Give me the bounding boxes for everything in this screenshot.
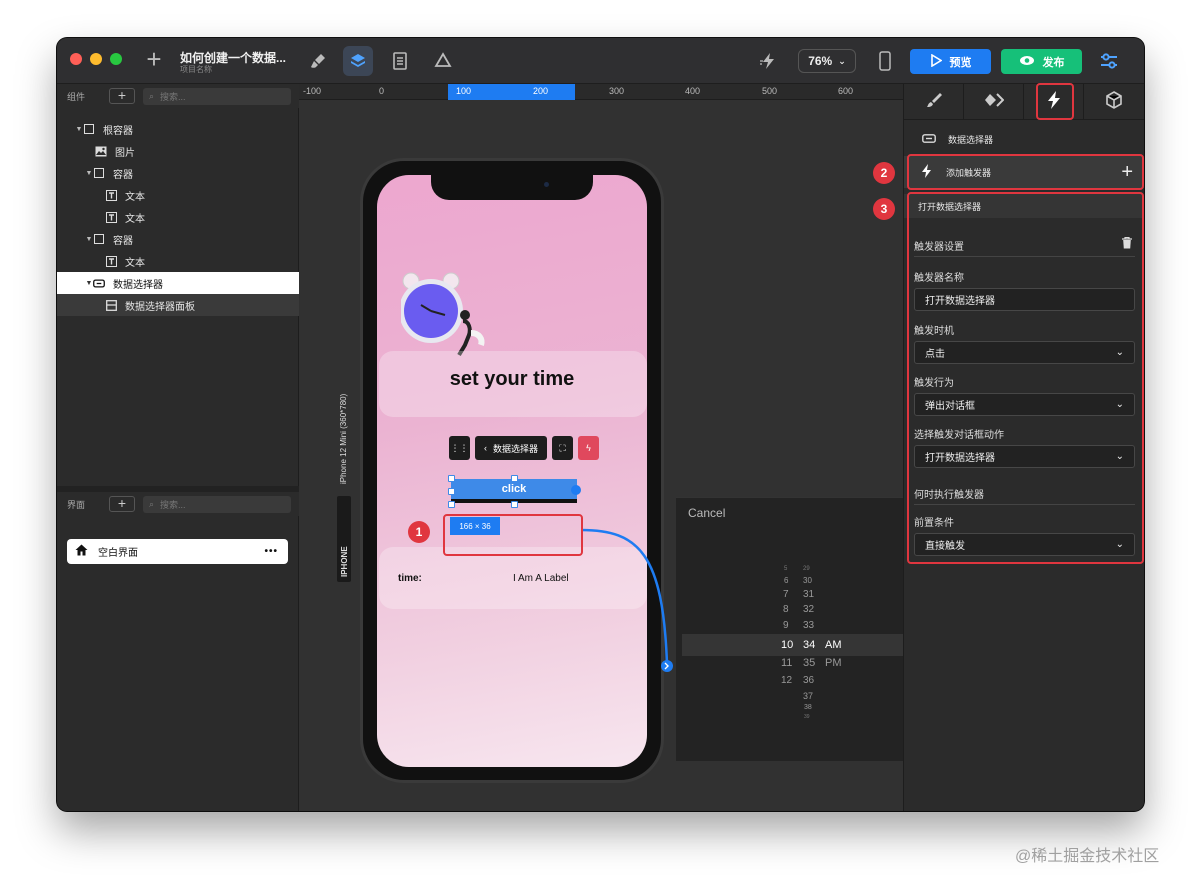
project-subtitle: 项目名称 bbox=[180, 65, 212, 74]
add-page-button[interactable]: + bbox=[109, 496, 135, 512]
tab-trigger[interactable] bbox=[1024, 83, 1084, 120]
picker-icon bbox=[93, 278, 105, 289]
image-icon bbox=[95, 146, 107, 157]
lightning-icon[interactable] bbox=[754, 46, 784, 76]
container-icon bbox=[93, 234, 105, 245]
app-window: + 如何创建一个数据... 项目名称 76% ⌄ 预览 发布 组件 + ⌕ 搜索… bbox=[57, 38, 1144, 811]
pages-header: 界面 + ⌕ 搜索... bbox=[57, 492, 299, 516]
annotation-badge-3: 3 bbox=[873, 198, 895, 220]
diamond-icon bbox=[984, 92, 1004, 112]
tree-item-data-picker[interactable]: ▼ 数据选择器 bbox=[57, 272, 299, 294]
search-placeholder: 搜索... bbox=[160, 499, 186, 510]
annotation-badge-2: 2 bbox=[873, 162, 895, 184]
publish-label: 发布 bbox=[1042, 56, 1065, 69]
search-placeholder: 搜索... bbox=[160, 91, 186, 102]
inspector-tabs bbox=[904, 83, 1144, 120]
preview-button[interactable]: 预览 bbox=[910, 49, 991, 74]
panel-icon bbox=[105, 299, 117, 311]
component-search-input[interactable]: ⌕ 搜索... bbox=[143, 87, 291, 105]
zoom-value: 76% bbox=[808, 54, 833, 68]
minimize-window-button[interactable] bbox=[90, 53, 102, 65]
components-label: 组件 bbox=[67, 91, 86, 102]
tree-item-label: 容器 bbox=[113, 169, 133, 181]
cube-icon bbox=[1105, 90, 1123, 114]
home-icon bbox=[75, 544, 88, 559]
tree-item-image[interactable]: 图片 bbox=[57, 140, 299, 162]
close-window-button[interactable] bbox=[70, 53, 82, 65]
brush-icon bbox=[926, 92, 942, 113]
page-item-blank[interactable]: 空白界面 ••• bbox=[67, 539, 288, 564]
components-header: 组件 + ⌕ 搜索... bbox=[57, 84, 299, 108]
drive-icon[interactable] bbox=[428, 46, 458, 76]
watermark: @稀土掘金技术社区 bbox=[1015, 848, 1160, 865]
play-icon bbox=[930, 53, 943, 70]
tree-item-label: 文本 bbox=[125, 213, 145, 225]
picker-cancel-button[interactable]: Cancel bbox=[688, 506, 725, 520]
preview-label: 预览 bbox=[949, 56, 972, 69]
text-icon bbox=[105, 189, 117, 201]
tree-item-label: 文本 bbox=[125, 191, 145, 203]
tree-item-label: 容器 bbox=[113, 235, 133, 247]
tree-item-text[interactable]: 文本 bbox=[57, 250, 299, 272]
left-panel: 组件 + ⌕ 搜索... ▼ 根容器 图片 ▼ 容器 文本 文本 ▼ 容器 文本… bbox=[57, 84, 299, 811]
tree-item-root-container[interactable]: ▼ 根容器 bbox=[57, 118, 299, 140]
tree-item-label: 图片 bbox=[115, 147, 135, 159]
highlight-box-1 bbox=[443, 514, 583, 556]
layers-icon[interactable] bbox=[343, 46, 373, 76]
tree-item-label: 数据选择器面板 bbox=[125, 301, 195, 313]
picker-selection-band bbox=[682, 634, 906, 656]
component-name: 数据选择器 bbox=[948, 134, 994, 145]
text-icon bbox=[105, 255, 117, 267]
brush-tool-icon[interactable] bbox=[303, 46, 333, 76]
caret-down-icon[interactable]: ▼ bbox=[85, 236, 93, 243]
selected-component-row: 数据选择器 bbox=[904, 128, 1144, 150]
highlight-box-2 bbox=[907, 154, 1144, 190]
tree-item-label: 数据选择器 bbox=[113, 279, 163, 291]
tree-item-container[interactable]: ▼ 容器 bbox=[57, 162, 299, 184]
tree-item-label: 文本 bbox=[125, 257, 145, 269]
pages-label: 界面 bbox=[67, 499, 86, 510]
chevron-down-icon: ⌄ bbox=[838, 55, 846, 66]
tree-item-text[interactable]: 文本 bbox=[57, 206, 299, 228]
highlight-box-3 bbox=[907, 192, 1144, 564]
page-search-input[interactable]: ⌕ 搜索... bbox=[143, 495, 291, 513]
caret-down-icon[interactable]: ▼ bbox=[85, 280, 93, 287]
tab-interaction[interactable] bbox=[964, 84, 1024, 120]
text-icon bbox=[105, 211, 117, 223]
container-icon bbox=[93, 168, 105, 179]
picker-icon bbox=[922, 133, 936, 145]
tree-item-picker-panel[interactable]: 数据选择器面板 bbox=[57, 294, 299, 316]
search-icon: ⌕ bbox=[149, 498, 155, 509]
tree-item-label: 根容器 bbox=[103, 125, 133, 137]
right-panel: 数据选择器 添加触发器 + 打开数据选择器 触发器设置 触发器名称 打开数据选择… bbox=[903, 83, 1144, 811]
tree-item-container[interactable]: ▼ 容器 bbox=[57, 228, 299, 250]
more-icon[interactable]: ••• bbox=[264, 546, 278, 557]
tab-style[interactable] bbox=[904, 84, 964, 120]
annotation-badge-1: 1 bbox=[408, 521, 430, 543]
highlight-box-tab bbox=[1036, 83, 1074, 120]
add-icon[interactable]: + bbox=[142, 46, 166, 72]
publish-button[interactable]: 发布 bbox=[1001, 49, 1082, 74]
tree-item-text[interactable]: 文本 bbox=[57, 184, 299, 206]
search-icon: ⌕ bbox=[149, 90, 155, 101]
caret-down-icon[interactable]: ▼ bbox=[75, 126, 83, 133]
eye-icon bbox=[1019, 55, 1035, 69]
settings-sliders-icon[interactable] bbox=[1094, 46, 1124, 76]
page-item-label: 空白界面 bbox=[98, 548, 138, 559]
caret-down-icon[interactable]: ▼ bbox=[85, 170, 93, 177]
maximize-window-button[interactable] bbox=[110, 53, 122, 65]
document-icon[interactable] bbox=[385, 46, 415, 76]
date-picker-panel[interactable]: Cancel 5 29 6 30 7 31 8 32 9 33 10 34 AM 11 35 PM… bbox=[676, 497, 906, 761]
container-icon bbox=[83, 124, 95, 135]
device-phone-icon[interactable] bbox=[870, 46, 900, 76]
tab-component[interactable] bbox=[1084, 84, 1144, 120]
title-bar: + 如何创建一个数据... 项目名称 76% ⌄ 预览 发布 bbox=[57, 38, 1144, 84]
add-component-button[interactable]: + bbox=[109, 88, 135, 104]
zoom-select[interactable]: 76% ⌄ bbox=[798, 49, 856, 73]
